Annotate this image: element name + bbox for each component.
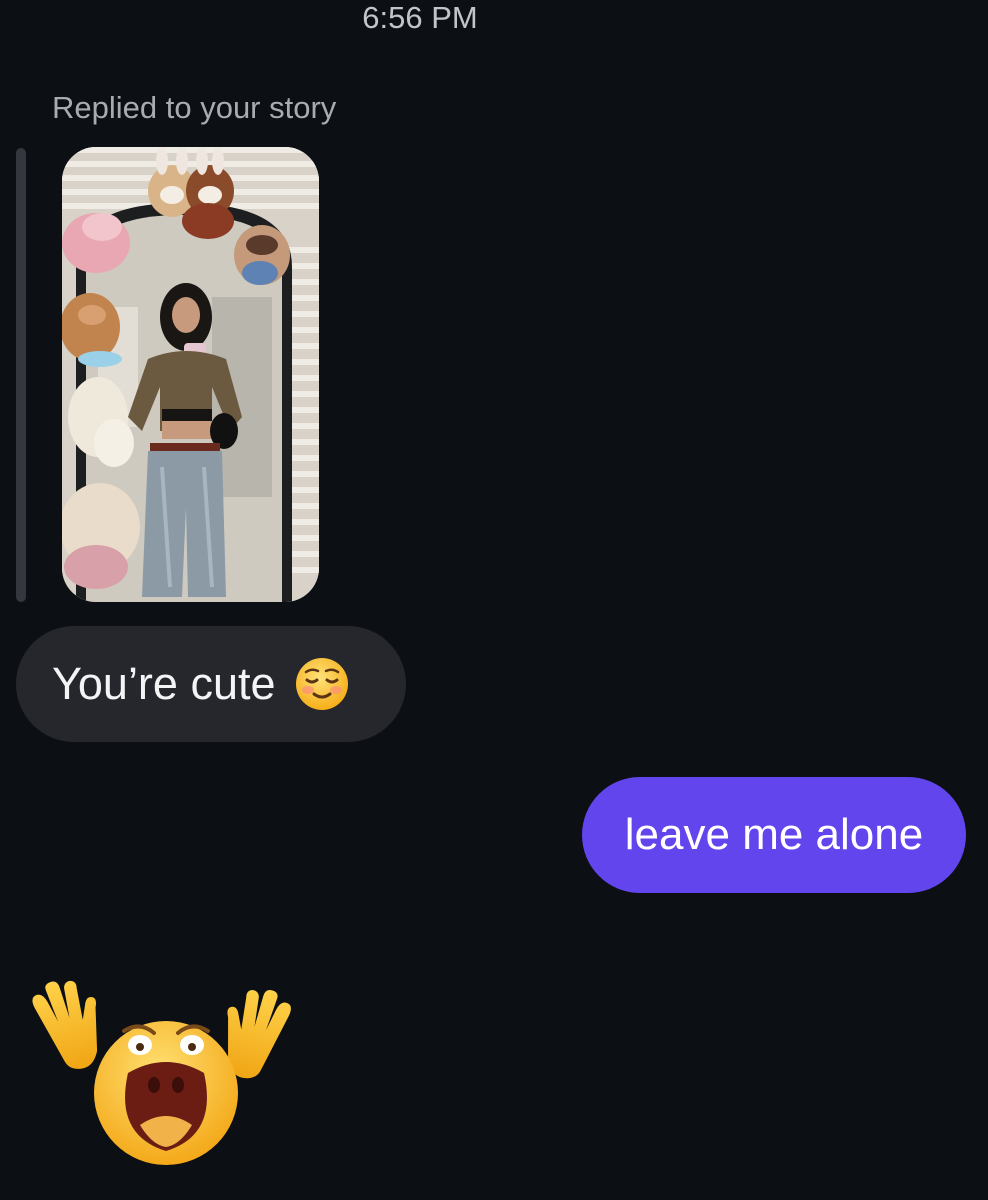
incoming-message-bubble[interactable]: You’re cute — [16, 626, 406, 742]
reply-indicator-bar — [16, 148, 26, 602]
incoming-message-text: You’re cute — [52, 658, 276, 709]
screaming-face-sticker-icon[interactable] — [20, 975, 305, 1175]
smiling-face-emoji-icon — [294, 656, 350, 712]
chat-thread: 6:56 PM Replied to your story You’re cut… — [0, 0, 988, 1200]
story-thumbnail[interactable] — [62, 147, 319, 602]
message-timestamp: 6:56 PM — [362, 0, 478, 35]
story-reply-label: Replied to your story — [52, 90, 337, 125]
story-photo-image — [62, 147, 319, 602]
outgoing-message-bubble[interactable]: leave me alone — [582, 777, 966, 893]
outgoing-message-text: leave me alone — [624, 810, 924, 859]
